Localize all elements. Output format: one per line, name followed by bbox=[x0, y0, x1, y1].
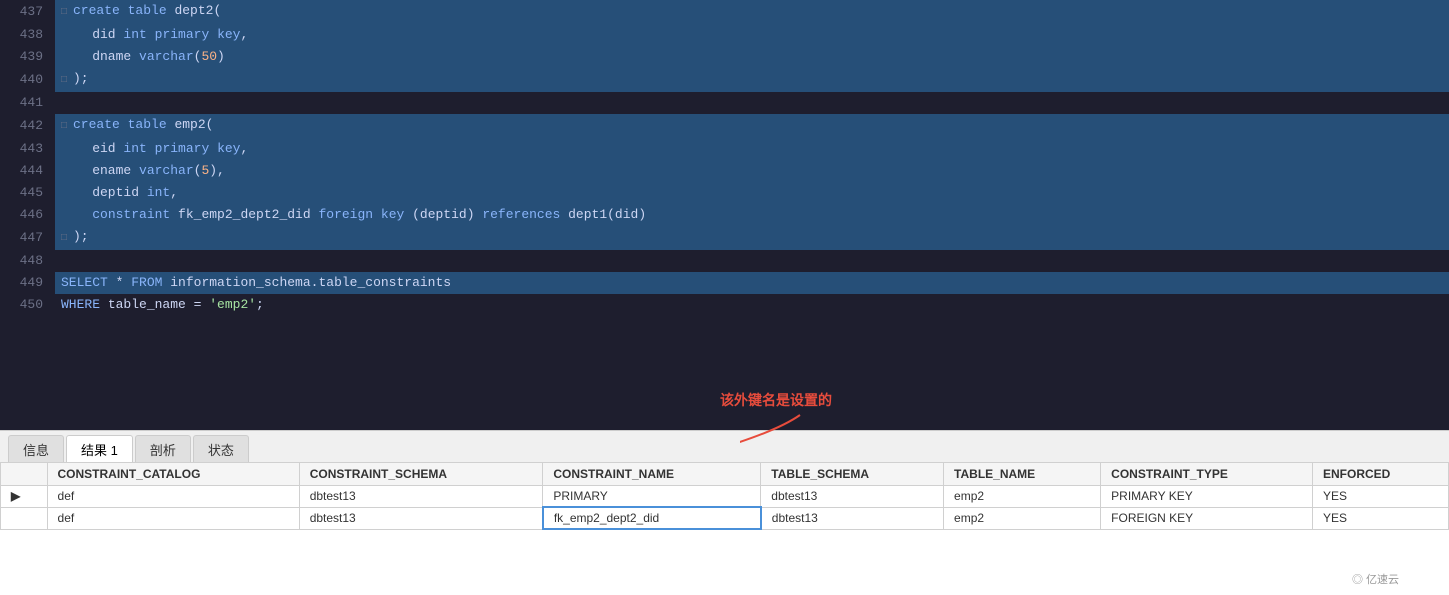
bottom-tabs: 信息结果 1剖析状态 bbox=[0, 430, 1449, 462]
line-content: did int primary key, bbox=[55, 24, 1449, 46]
line-number: 439 bbox=[0, 46, 55, 68]
code-line: 443 eid int primary key, bbox=[0, 138, 1449, 160]
code-line: 441 bbox=[0, 92, 1449, 114]
table-cell: dbtest13 bbox=[761, 507, 944, 529]
table-cell: def bbox=[47, 486, 299, 508]
line-content bbox=[55, 92, 1449, 114]
column-header: TABLE_NAME bbox=[944, 463, 1101, 486]
line-content: SELECT * FROM information_schema.table_c… bbox=[55, 272, 1449, 294]
code-line: 446 constraint fk_emp2_dept2_did foreign… bbox=[0, 204, 1449, 226]
line-content: constraint fk_emp2_dept2_did foreign key… bbox=[55, 204, 1449, 226]
table-cell: dbtest13 bbox=[299, 486, 543, 508]
tab-剖析[interactable]: 剖析 bbox=[135, 435, 191, 463]
line-number: 440 bbox=[0, 68, 55, 92]
results-table: CONSTRAINT_CATALOGCONSTRAINT_SCHEMACONST… bbox=[0, 462, 1449, 530]
table-cell: PRIMARY bbox=[543, 486, 761, 508]
code-line: 447□ ); bbox=[0, 226, 1449, 250]
code-line: 449SELECT * FROM information_schema.tabl… bbox=[0, 272, 1449, 294]
line-content: □ ); bbox=[55, 226, 1449, 250]
code-line: 437□ create table dept2( bbox=[0, 0, 1449, 24]
table-row: ▶defdbtest13PRIMARYdbtest13emp2PRIMARY K… bbox=[1, 486, 1449, 508]
line-content: eid int primary key, bbox=[55, 138, 1449, 160]
column-header: CONSTRAINT_CATALOG bbox=[47, 463, 299, 486]
tab-状态[interactable]: 状态 bbox=[193, 435, 249, 463]
column-header: TABLE_SCHEMA bbox=[761, 463, 944, 486]
line-number: 449 bbox=[0, 272, 55, 294]
line-number: 442 bbox=[0, 114, 55, 138]
code-line: 445 deptid int, bbox=[0, 182, 1449, 204]
table-cell: fk_emp2_dept2_did bbox=[543, 507, 761, 529]
row-indicator bbox=[1, 507, 48, 529]
code-line: 442□ create table emp2( bbox=[0, 114, 1449, 138]
line-number: 444 bbox=[0, 160, 55, 182]
code-editor[interactable]: 437□ create table dept2(438 did int prim… bbox=[0, 0, 1449, 430]
code-line: 439 dname varchar(50) bbox=[0, 46, 1449, 68]
table-cell: YES bbox=[1313, 507, 1449, 529]
column-header: ENFORCED bbox=[1313, 463, 1449, 486]
table-row: defdbtest13fk_emp2_dept2_diddbtest13emp2… bbox=[1, 507, 1449, 529]
line-number: 441 bbox=[0, 92, 55, 114]
column-header bbox=[1, 463, 48, 486]
table-cell: emp2 bbox=[944, 507, 1101, 529]
line-content: deptid int, bbox=[55, 182, 1449, 204]
line-content: WHERE table_name = 'emp2'; bbox=[55, 294, 1449, 316]
code-line: 448 bbox=[0, 250, 1449, 272]
line-content bbox=[55, 250, 1449, 272]
line-number: 448 bbox=[0, 250, 55, 272]
column-header: CONSTRAINT_NAME bbox=[543, 463, 761, 486]
line-content: dname varchar(50) bbox=[55, 46, 1449, 68]
watermark: ◎ 亿速云 bbox=[1352, 571, 1399, 587]
code-line: 438 did int primary key, bbox=[0, 24, 1449, 46]
column-header: CONSTRAINT_TYPE bbox=[1101, 463, 1313, 486]
code-line: 440□ ); bbox=[0, 68, 1449, 92]
line-number: 437 bbox=[0, 0, 55, 24]
table-cell: YES bbox=[1313, 486, 1449, 508]
table-cell: dbtest13 bbox=[761, 486, 944, 508]
code-line: 444 ename varchar(5), bbox=[0, 160, 1449, 182]
line-content: ename varchar(5), bbox=[55, 160, 1449, 182]
tab-信息[interactable]: 信息 bbox=[8, 435, 64, 463]
results-area[interactable]: CONSTRAINT_CATALOGCONSTRAINT_SCHEMACONST… bbox=[0, 462, 1449, 595]
row-indicator: ▶ bbox=[1, 486, 48, 508]
column-header: CONSTRAINT_SCHEMA bbox=[299, 463, 543, 486]
line-number: 450 bbox=[0, 294, 55, 316]
table-cell: emp2 bbox=[944, 486, 1101, 508]
line-number: 447 bbox=[0, 226, 55, 250]
code-line: 450WHERE table_name = 'emp2'; bbox=[0, 294, 1449, 316]
table-cell: FOREIGN KEY bbox=[1101, 507, 1313, 529]
line-number: 443 bbox=[0, 138, 55, 160]
tab-结果 1[interactable]: 结果 1 bbox=[66, 435, 133, 463]
table-cell: dbtest13 bbox=[299, 507, 543, 529]
line-content: □ create table emp2( bbox=[55, 114, 1449, 138]
line-content: □ create table dept2( bbox=[55, 0, 1449, 24]
table-cell: def bbox=[47, 507, 299, 529]
line-number: 438 bbox=[0, 24, 55, 46]
line-content: □ ); bbox=[55, 68, 1449, 92]
line-number: 445 bbox=[0, 182, 55, 204]
line-number: 446 bbox=[0, 204, 55, 226]
table-cell: PRIMARY KEY bbox=[1101, 486, 1313, 508]
